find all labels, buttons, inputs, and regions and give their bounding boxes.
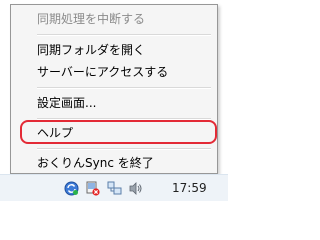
help-highlight-annotation (20, 120, 217, 144)
menu-separator (37, 34, 211, 36)
menu-item-open-sync-folder[interactable]: 同期フォルダを開く (37, 41, 145, 59)
network-icon[interactable] (107, 181, 122, 196)
menu-separator (37, 87, 211, 89)
tray-context-menu: 同期処理を中断する 同期フォルダを開く サーバーにアクセスする 設定画面... … (10, 4, 218, 174)
menu-separator (37, 148, 211, 150)
menu-item-settings[interactable]: 設定画面... (37, 94, 96, 112)
taskbar-clock[interactable]: 17:59 (172, 180, 207, 196)
screen: 同期処理を中断する 同期フォルダを開く サーバーにアクセスする 設定画面... … (0, 0, 228, 201)
network-error-icon[interactable] (85, 181, 100, 196)
taskbar-tray: 17:59 (0, 174, 228, 201)
menu-item-access-server[interactable]: サーバーにアクセスする (37, 63, 168, 81)
volume-icon[interactable] (128, 181, 143, 196)
okurin-sync-icon[interactable] (64, 181, 79, 196)
menu-item-exit[interactable]: おくりんSync を終了 (37, 154, 154, 172)
menu-item-stop-sync[interactable]: 同期処理を中断する (37, 10, 145, 28)
